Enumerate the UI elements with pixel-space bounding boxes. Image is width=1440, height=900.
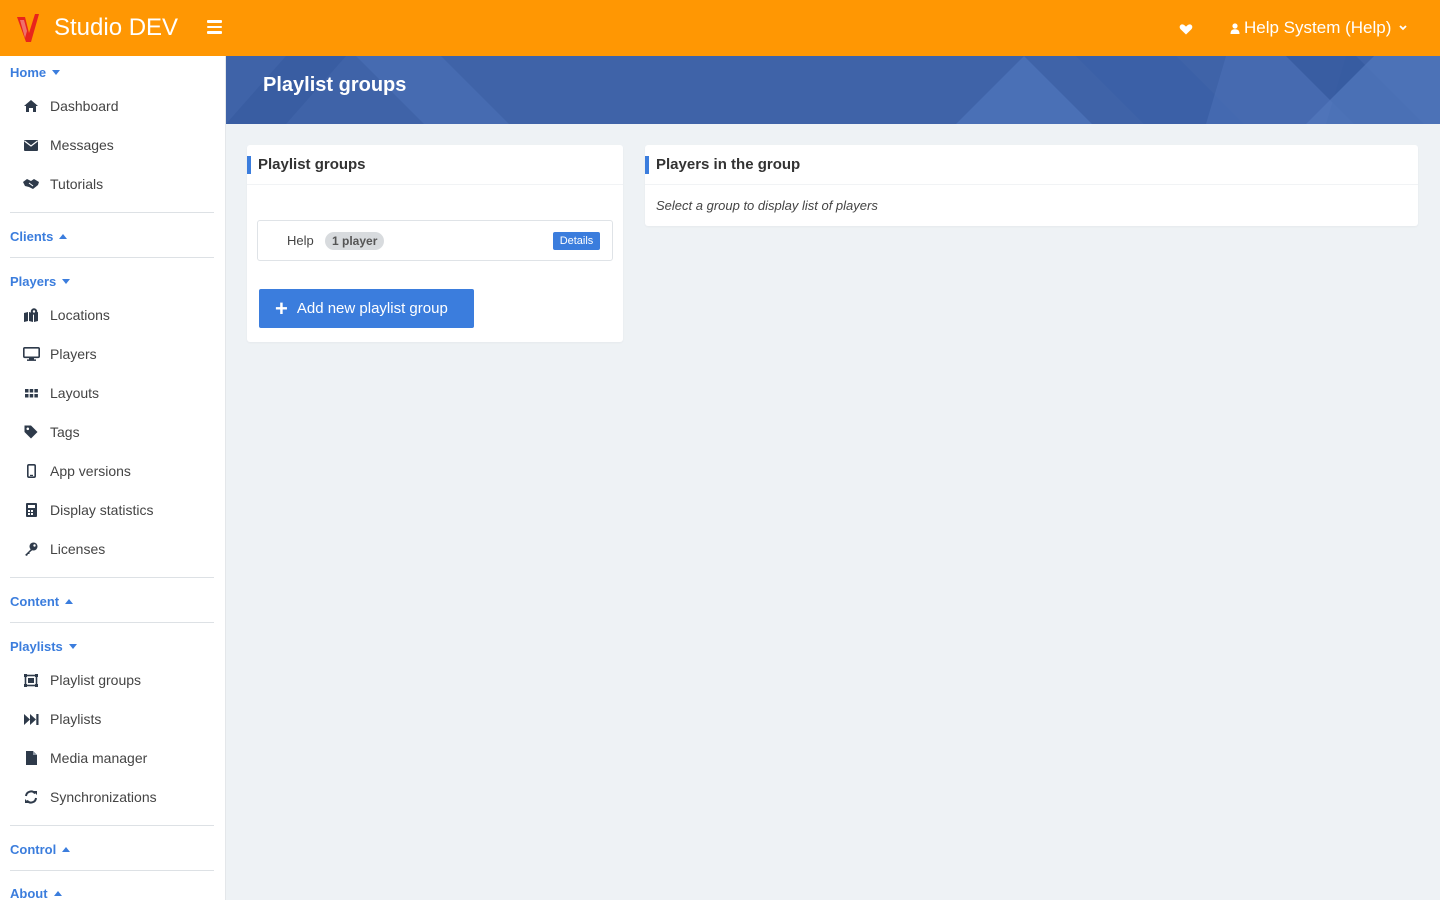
sidebar-section-home[interactable]: Home	[10, 65, 61, 80]
empty-state-hint: Select a group to display list of player…	[656, 198, 878, 213]
sidebar-divider	[10, 212, 214, 213]
sidebar-item-synchronizations[interactable]: Synchronizations	[22, 787, 212, 807]
mobile-icon	[22, 463, 40, 479]
details-button[interactable]: Details	[553, 232, 600, 250]
sidebar-section-control[interactable]: Control	[10, 842, 71, 857]
user-name: Help System (Help)	[1244, 18, 1392, 37]
object-group-icon	[22, 672, 40, 688]
card-title: Players in the group	[656, 156, 801, 173]
sidebar-item-tutorials[interactable]: Tutorials	[22, 174, 212, 194]
player-count-badge: 1 player	[325, 232, 385, 250]
sidebar-item-display-statistics[interactable]: Display statistics	[22, 500, 212, 520]
sidebar-section-clients[interactable]: Clients	[10, 229, 68, 244]
menu-toggle-icon[interactable]	[207, 20, 222, 34]
sidebar-section-content[interactable]: Content	[10, 594, 74, 609]
sidebar-item-locations[interactable]: Locations	[22, 305, 212, 325]
home-icon	[22, 98, 40, 114]
banner-pattern	[226, 56, 1440, 124]
sidebar-divider	[10, 257, 214, 258]
sidebar-item-dashboard[interactable]: Dashboard	[22, 96, 212, 116]
user-icon	[1230, 22, 1240, 34]
app-brand[interactable]: Studio DEV	[54, 14, 178, 42]
caret-down-icon	[52, 70, 61, 75]
sidebar-section-playlists[interactable]: Playlists	[10, 639, 77, 654]
monitor-icon	[22, 346, 40, 362]
sidebar-item-messages[interactable]: Messages	[22, 135, 212, 155]
tag-icon	[22, 424, 40, 440]
sidebar-item-playlist-groups[interactable]: Playlist groups	[22, 670, 212, 690]
file-icon	[22, 750, 40, 766]
caret-up-icon	[62, 847, 71, 852]
sidebar-section-players[interactable]: Players	[10, 274, 71, 289]
playlist-groups-card: Playlist groups Help 1 player Details + …	[247, 145, 623, 342]
sidebar-divider	[10, 870, 214, 871]
logo-icon	[17, 14, 39, 42]
page-title: Playlist groups	[263, 74, 407, 96]
sidebar-item-players[interactable]: Players	[22, 344, 212, 364]
user-menu[interactable]: Help System (Help)	[1230, 18, 1411, 38]
top-bar: Studio DEV Help System (Help)	[0, 0, 1440, 56]
page-banner: Playlist groups	[226, 56, 1440, 124]
card-accent-bar	[645, 156, 649, 174]
card-title: Playlist groups	[258, 156, 366, 173]
plus-icon: +	[275, 295, 288, 321]
sidebar-item-tags[interactable]: Tags	[22, 422, 212, 442]
players-in-group-card: Players in the group Select a group to d…	[645, 145, 1418, 226]
sync-icon	[22, 789, 40, 805]
map-marker-icon	[22, 307, 40, 323]
heart-icon[interactable]	[1179, 22, 1193, 36]
sidebar-divider	[10, 622, 214, 623]
caret-down-icon	[62, 279, 71, 284]
sidebar-item-media-manager[interactable]: Media manager	[22, 748, 212, 768]
sidebar: Home Dashboard Messages Tutorials Client…	[0, 56, 226, 900]
sidebar-divider	[10, 577, 214, 578]
key-icon	[22, 541, 40, 557]
group-name: Help	[287, 233, 314, 248]
sidebar-item-licenses[interactable]: Licenses	[22, 539, 212, 559]
grid-icon	[22, 385, 40, 401]
caret-up-icon	[65, 599, 74, 604]
calculator-icon	[22, 502, 40, 518]
caret-up-icon	[59, 234, 68, 239]
card-header: Players in the group	[645, 145, 1418, 185]
caret-down-icon	[68, 644, 77, 649]
sidebar-item-playlists[interactable]: Playlists	[22, 709, 212, 729]
caret-up-icon	[53, 891, 62, 896]
sidebar-item-layouts[interactable]: Layouts	[22, 383, 212, 403]
card-accent-bar	[247, 156, 251, 174]
add-playlist-group-button[interactable]: + Add new playlist group	[259, 289, 474, 328]
sidebar-section-about[interactable]: About	[10, 886, 62, 900]
chevron-down-icon	[1399, 25, 1408, 31]
card-header: Playlist groups	[247, 145, 623, 185]
sidebar-item-app-versions[interactable]: App versions	[22, 461, 212, 481]
sidebar-divider	[10, 825, 214, 826]
list-item[interactable]: Help 1 player Details	[257, 220, 613, 261]
handshake-icon	[22, 176, 40, 192]
fast-forward-icon	[22, 711, 40, 727]
envelope-icon	[22, 137, 40, 153]
